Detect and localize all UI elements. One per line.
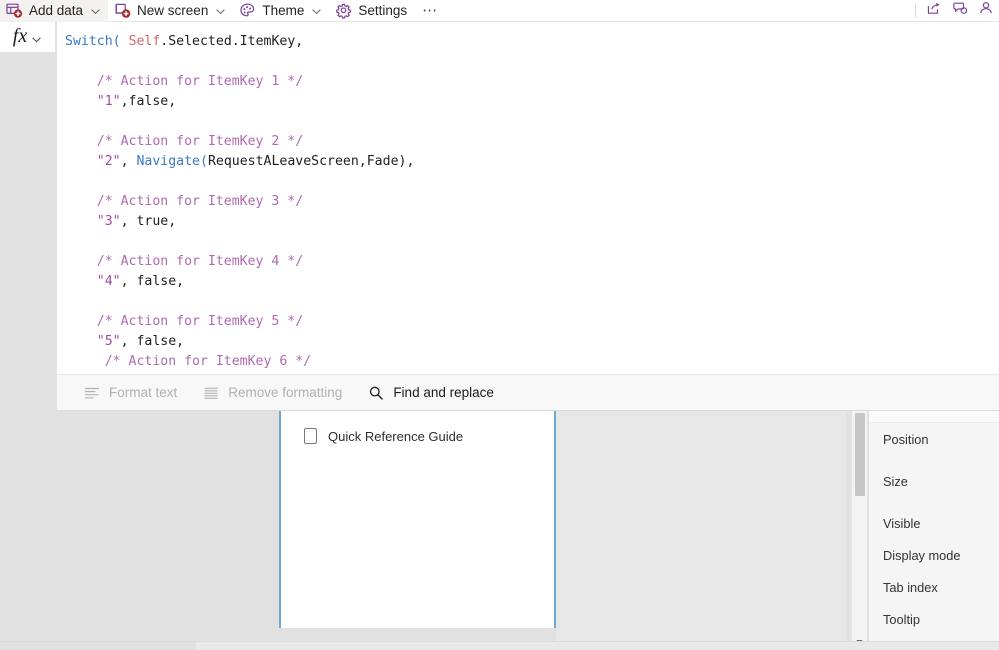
- properties-list: Position Size Visible Display mode Tab index…: [869, 423, 999, 635]
- selection-border-right: [554, 411, 556, 628]
- command-new-screen-label: New screen: [137, 2, 209, 18]
- property-item-label: Visible: [883, 515, 921, 531]
- command-theme[interactable]: Theme: [233, 0, 329, 22]
- status-strip: [0, 641, 999, 650]
- quick-reference-guide-checkbox-row[interactable]: Quick Reference Guide: [304, 428, 463, 444]
- command-new-screen[interactable]: New screen: [108, 0, 233, 22]
- remove-formatting-button[interactable]: Remove formatting: [190, 374, 355, 411]
- canvas-vertical-scrollbar[interactable]: [851, 411, 867, 650]
- code-token: "1": [96, 94, 121, 109]
- comments-button[interactable]: [947, 0, 973, 22]
- code-token: "2": [96, 154, 121, 169]
- code-token: Self: [128, 34, 161, 49]
- account-button[interactable]: [973, 0, 999, 22]
- code-token: RequestALeaveScreen,Fade),: [207, 154, 415, 169]
- code-token: /* Action for ItemKey 5 */: [65, 314, 304, 329]
- code-token: "4": [96, 274, 121, 289]
- property-item-tab-index[interactable]: Tab index: [869, 571, 999, 603]
- account-icon: [978, 0, 994, 21]
- chevron-down-icon[interactable]: [215, 5, 226, 16]
- scrollbar-thumb[interactable]: [855, 413, 865, 496]
- code-token: /* Action for ItemKey 3 */: [65, 194, 304, 209]
- code-token: /* Action for ItemKey 6 */: [65, 354, 312, 369]
- share-icon: [926, 0, 942, 21]
- code-token: , false,: [120, 334, 185, 349]
- property-item-tooltip[interactable]: Tooltip: [869, 603, 999, 635]
- command-settings-label: Settings: [358, 2, 408, 18]
- checkbox-icon[interactable]: [304, 428, 317, 444]
- code-token: /* Action for ItemKey 4 */: [65, 254, 304, 269]
- app-screen[interactable]: Quick Reference Guide: [281, 411, 554, 628]
- formula-bar-region: fx Switch( Self.Selected.ItemKey, /* Act…: [0, 22, 999, 374]
- work-area: Quick Reference Guide Position Size Visibl…: [0, 411, 999, 650]
- property-item-label: Size: [883, 473, 908, 489]
- formula-editor-toolbar: Format text Remove formatting Find and r…: [56, 374, 999, 411]
- properties-panel-header: [869, 411, 999, 423]
- properties-panel: Position Size Visible Display mode Tab index…: [868, 411, 999, 650]
- code-token: /* Action for ItemKey 1 */: [65, 74, 304, 89]
- formula-editor[interactable]: Switch( Self.Selected.ItemKey, /* Action…: [56, 22, 999, 374]
- quick-reference-guide-label: Quick Reference Guide: [328, 428, 464, 444]
- property-item-size[interactable]: Size: [869, 465, 999, 497]
- code-token: "3": [96, 214, 121, 229]
- fx-label: fx: [12, 25, 28, 47]
- code-token: .Selected.ItemKey,: [160, 34, 304, 49]
- property-item-display-mode[interactable]: Display mode: [869, 539, 999, 571]
- chevron-down-icon[interactable]: [31, 32, 42, 43]
- app-canvas[interactable]: Quick Reference Guide: [279, 411, 556, 628]
- settings-gear-icon: [335, 2, 352, 19]
- new-screen-icon: [114, 2, 131, 19]
- code-token: ,false,: [120, 94, 177, 109]
- find-and-replace-button[interactable]: Find and replace: [355, 374, 507, 411]
- command-bar: Add data New screen Theme Settings ⋯: [0, 0, 999, 22]
- chevron-down-icon[interactable]: [90, 5, 101, 16]
- code-token: /* Action for ItemKey 2 */: [65, 134, 304, 149]
- format-text-button[interactable]: Format text: [71, 374, 190, 411]
- code-token: Navigate(: [136, 154, 208, 169]
- remove-formatting-label: Remove formatting: [228, 385, 343, 400]
- code-token: , false,: [120, 274, 185, 289]
- canvas-backdrop: [556, 411, 846, 650]
- command-bar-divider: [915, 3, 916, 18]
- command-add-data-label: Add data: [29, 2, 84, 18]
- code-token: Switch(: [65, 34, 121, 49]
- powerapps-studio-window: Add data New screen Theme Settings ⋯ fx …: [0, 0, 999, 650]
- property-item-label: Position: [883, 431, 929, 447]
- property-item-position[interactable]: Position: [869, 423, 999, 455]
- format-text-label: Format text: [109, 385, 178, 400]
- property-item-label: Tooltip: [883, 611, 920, 627]
- command-theme-label: Theme: [262, 2, 305, 18]
- property-item-label: Tab index: [883, 579, 938, 595]
- formula-bar-gutter: [0, 22, 56, 374]
- code-token: , true,: [120, 214, 177, 229]
- chevron-down-icon[interactable]: [311, 5, 322, 16]
- find-and-replace-label: Find and replace: [393, 385, 494, 400]
- remove-formatting-icon: [203, 385, 219, 401]
- theme-palette-icon: [239, 2, 256, 19]
- search-icon: [368, 385, 384, 401]
- code-token: "5": [96, 334, 121, 349]
- status-strip-left: [0, 642, 196, 650]
- format-text-icon: [84, 385, 100, 401]
- comments-icon: [952, 0, 968, 21]
- formula-code[interactable]: Switch( Self.Selected.ItemKey, /* Action…: [57, 22, 999, 372]
- command-overflow-button[interactable]: ⋯: [414, 3, 446, 18]
- code-token: ,: [120, 154, 137, 169]
- command-settings[interactable]: Settings: [329, 0, 414, 22]
- share-button[interactable]: [921, 0, 947, 22]
- property-item-label: Display mode: [883, 547, 961, 563]
- formula-fx-button[interactable]: fx: [0, 22, 56, 53]
- command-add-data[interactable]: Add data: [0, 0, 109, 22]
- property-item-visible[interactable]: Visible: [869, 507, 999, 539]
- add-data-icon: [6, 2, 23, 19]
